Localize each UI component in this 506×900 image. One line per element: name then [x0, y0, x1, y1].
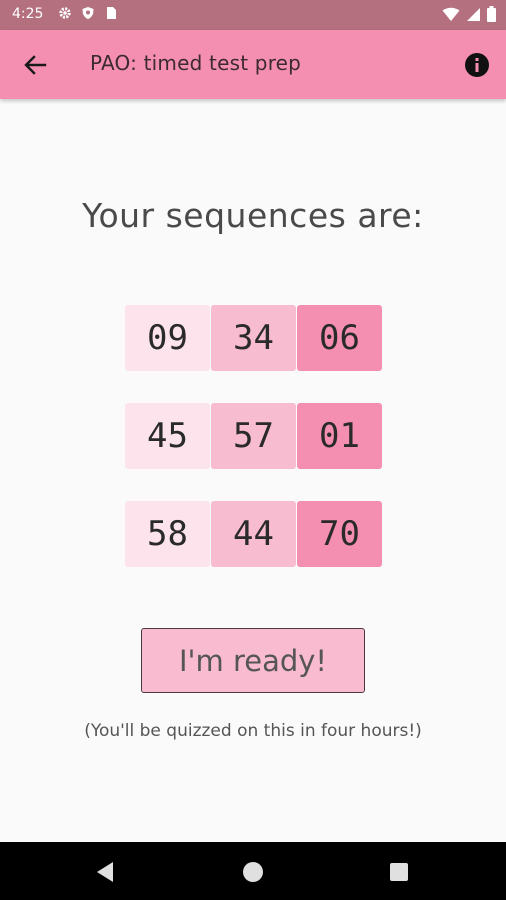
- wifi-icon: [442, 7, 460, 26]
- nav-home-icon[interactable]: [243, 862, 263, 882]
- arrow-back-icon: [24, 55, 47, 75]
- sequence-cell: 06: [297, 305, 382, 371]
- sequence-cell: 01: [297, 403, 382, 469]
- status-bar: 4:25: [0, 0, 506, 30]
- sequence-cell: 58: [125, 501, 210, 567]
- sequence-cell: 44: [211, 501, 296, 567]
- nav-bar: [0, 842, 506, 900]
- status-icons-right: [442, 6, 496, 26]
- sequence-row: 45 57 01: [125, 403, 385, 469]
- back-button[interactable]: [20, 51, 50, 79]
- sim-icon: [104, 5, 118, 19]
- info-icon: [465, 53, 489, 77]
- sequence-cell: 57: [211, 403, 296, 469]
- sequence-cell: 34: [211, 305, 296, 371]
- status-icons-left: [58, 5, 118, 19]
- status-time: 4:25: [12, 6, 44, 22]
- signal-icon: [466, 7, 481, 26]
- sequence-row: 58 44 70: [125, 501, 385, 567]
- battery-icon: [487, 6, 496, 26]
- sequence-cell: 45: [125, 403, 210, 469]
- sequence-cell: 09: [125, 305, 210, 371]
- sequence-row: 09 34 06: [125, 305, 385, 371]
- info-button[interactable]: [464, 52, 490, 78]
- nav-back-icon[interactable]: [95, 861, 115, 883]
- quiz-note: (You'll be quizzed on this in four hours…: [84, 721, 422, 741]
- ready-button[interactable]: I'm ready!: [141, 628, 365, 693]
- shield-icon: [81, 5, 95, 19]
- page-title: PAO: timed test prep: [90, 51, 302, 75]
- sequences-heading: Your sequences are:: [82, 196, 424, 235]
- settings-icon: [58, 5, 72, 19]
- app-bar: PAO: timed test prep: [0, 30, 506, 99]
- sequence-cell: 70: [297, 501, 382, 567]
- sequence-grid: 09 34 06 45 57 01 58 44 70: [125, 305, 385, 599]
- nav-recents-icon[interactable]: [390, 863, 408, 881]
